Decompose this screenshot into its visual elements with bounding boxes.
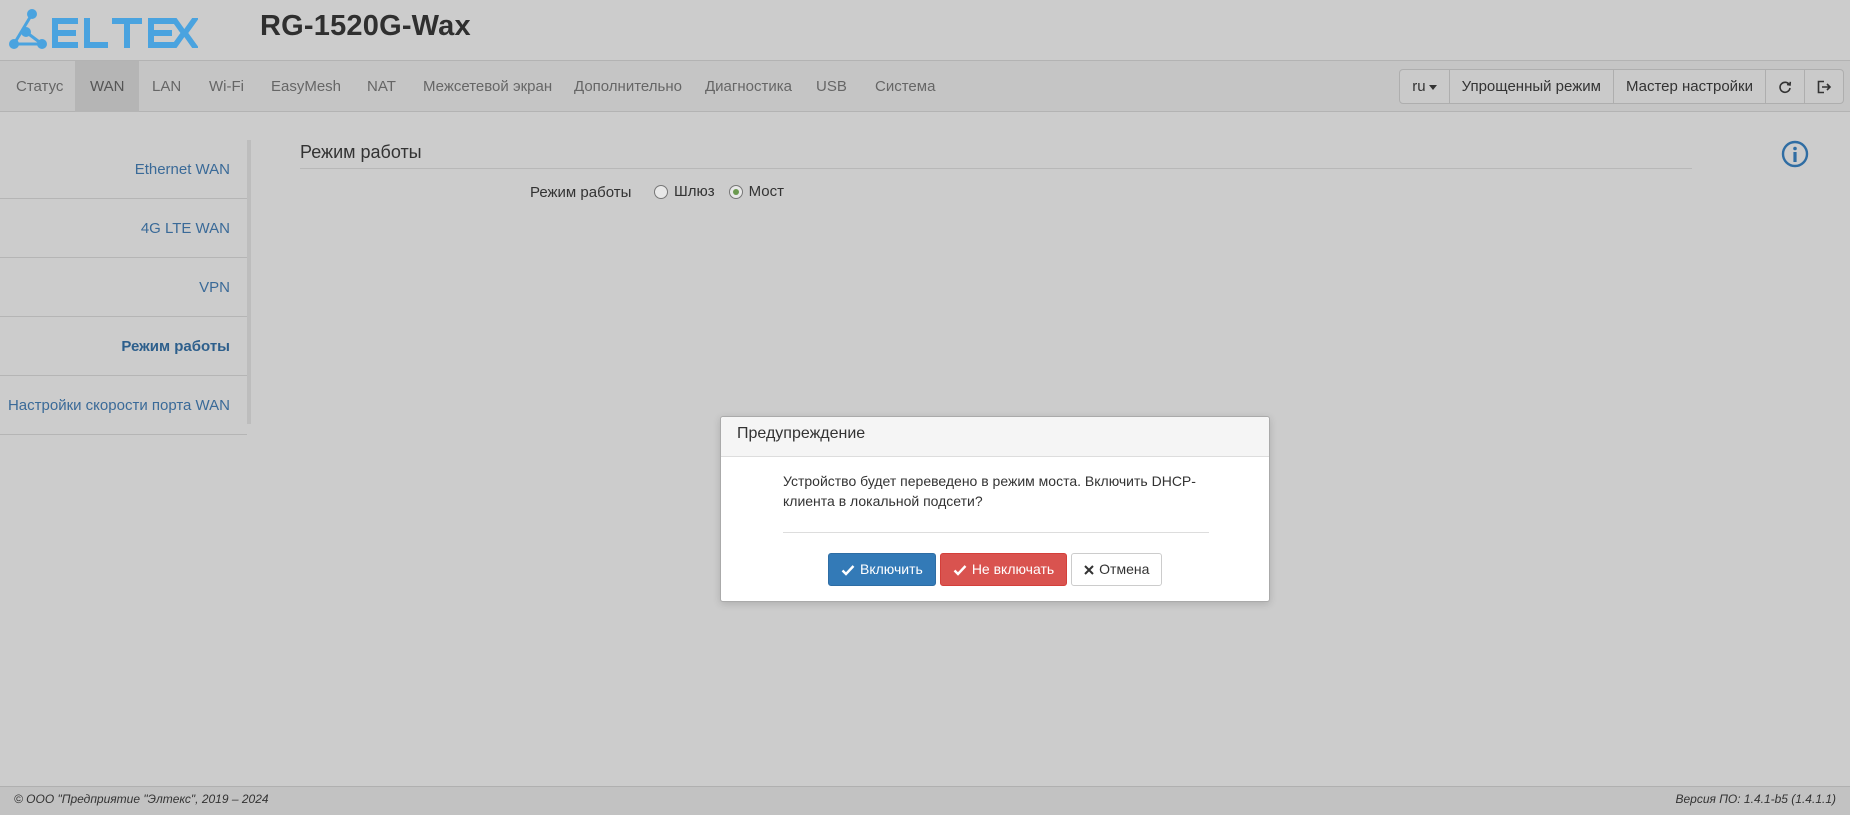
language-dropdown[interactable]: ru (1399, 69, 1450, 104)
footer: © ООО "Предприятие "Элтекс", 2019 – 2024… (0, 786, 1850, 815)
radio-gateway-label[interactable]: Шлюз (674, 183, 715, 200)
operation-mode-label: Режим работы (530, 184, 632, 201)
do-not-enable-button-label: Не включать (971, 561, 1055, 577)
nav-item-diagnostics[interactable]: Диагностика (690, 61, 807, 112)
sidebar-item-4g-lte-wan[interactable]: 4G LTE WAN (0, 199, 247, 258)
dialog-divider (783, 532, 1209, 533)
radio-bridge[interactable] (728, 184, 743, 199)
check-icon (953, 564, 967, 576)
sidebar-item-vpn[interactable]: VPN (0, 258, 247, 317)
section-title: Режим работы (300, 142, 422, 162)
nav-right-buttons: ru Упрощенный режим Мастер настройки (1399, 69, 1844, 104)
nav-item-easymesh[interactable]: EasyMesh (256, 61, 356, 112)
sidebar-item-wan-port-speed[interactable]: Настройки скорости порта WAN (0, 376, 247, 435)
nav-item-firewall[interactable]: Межсетевой экран (408, 61, 567, 112)
header: RG-1520G-Wax (0, 0, 1850, 60)
nav-item-status[interactable]: Статус (1, 61, 78, 112)
enable-button[interactable]: Включить (828, 553, 936, 586)
refresh-icon (1779, 80, 1792, 93)
dialog-buttons: Включить Не включать Отмена (828, 553, 1166, 586)
simple-mode-button[interactable]: Упрощенный режим (1448, 69, 1614, 104)
cancel-button[interactable]: Отмена (1071, 553, 1163, 586)
device-model: RG-1520G-Wax (260, 10, 471, 42)
sidebar: Ethernet WAN 4G LTE WAN VPN Режим работы… (0, 140, 251, 435)
radio-gateway[interactable] (654, 184, 668, 199)
top-nav: Статус WAN LAN Wi-Fi EasyMesh NAT Межсет… (0, 60, 1850, 112)
eltex-logo[interactable] (8, 8, 200, 52)
cancel-button-label: Отмена (1099, 561, 1150, 577)
operation-mode-radio-group: Шлюз Мост (654, 183, 798, 200)
nav-item-lan[interactable]: LAN (137, 61, 196, 112)
nav-item-wifi[interactable]: Wi-Fi (194, 61, 259, 112)
nav-item-system[interactable]: Система (860, 61, 950, 112)
language-value: ru (1412, 78, 1426, 95)
sidebar-item-ethernet-wan[interactable]: Ethernet WAN (0, 140, 247, 199)
refresh-button[interactable] (1765, 69, 1805, 104)
nav-item-nat[interactable]: NAT (352, 61, 411, 112)
do-not-enable-button[interactable]: Не включать (939, 553, 1068, 586)
enable-button-label: Включить (860, 561, 923, 577)
nav-item-advanced[interactable]: Дополнительно (559, 61, 697, 112)
setup-wizard-button[interactable]: Мастер настройки (1612, 69, 1766, 104)
sidebar-item-operation-mode[interactable]: Режим работы (0, 317, 247, 376)
logout-icon (1817, 80, 1831, 93)
logout-button[interactable] (1804, 69, 1844, 104)
check-icon (841, 564, 855, 576)
info-icon[interactable] (1781, 140, 1809, 168)
nav-item-wan[interactable]: WAN (75, 61, 140, 112)
radio-bridge-label[interactable]: Мост (749, 183, 784, 200)
nav-item-usb[interactable]: USB (801, 61, 862, 112)
copyright-text: © ООО "Предприятие "Элтекс", 2019 – 2024 (14, 792, 269, 806)
close-icon (1084, 564, 1094, 575)
dialog-message: Устройство будет переведено в режим мост… (783, 473, 1196, 509)
section-divider (300, 168, 1692, 169)
dialog-title: Предупреждение (721, 417, 1269, 457)
warning-dialog: Предупреждение Устройство будет переведе… (720, 416, 1270, 602)
firmware-version: Версия ПО: 1.4.1-b5 (1.4.1.1) (1675, 792, 1836, 806)
caret-down-icon (1428, 84, 1437, 90)
